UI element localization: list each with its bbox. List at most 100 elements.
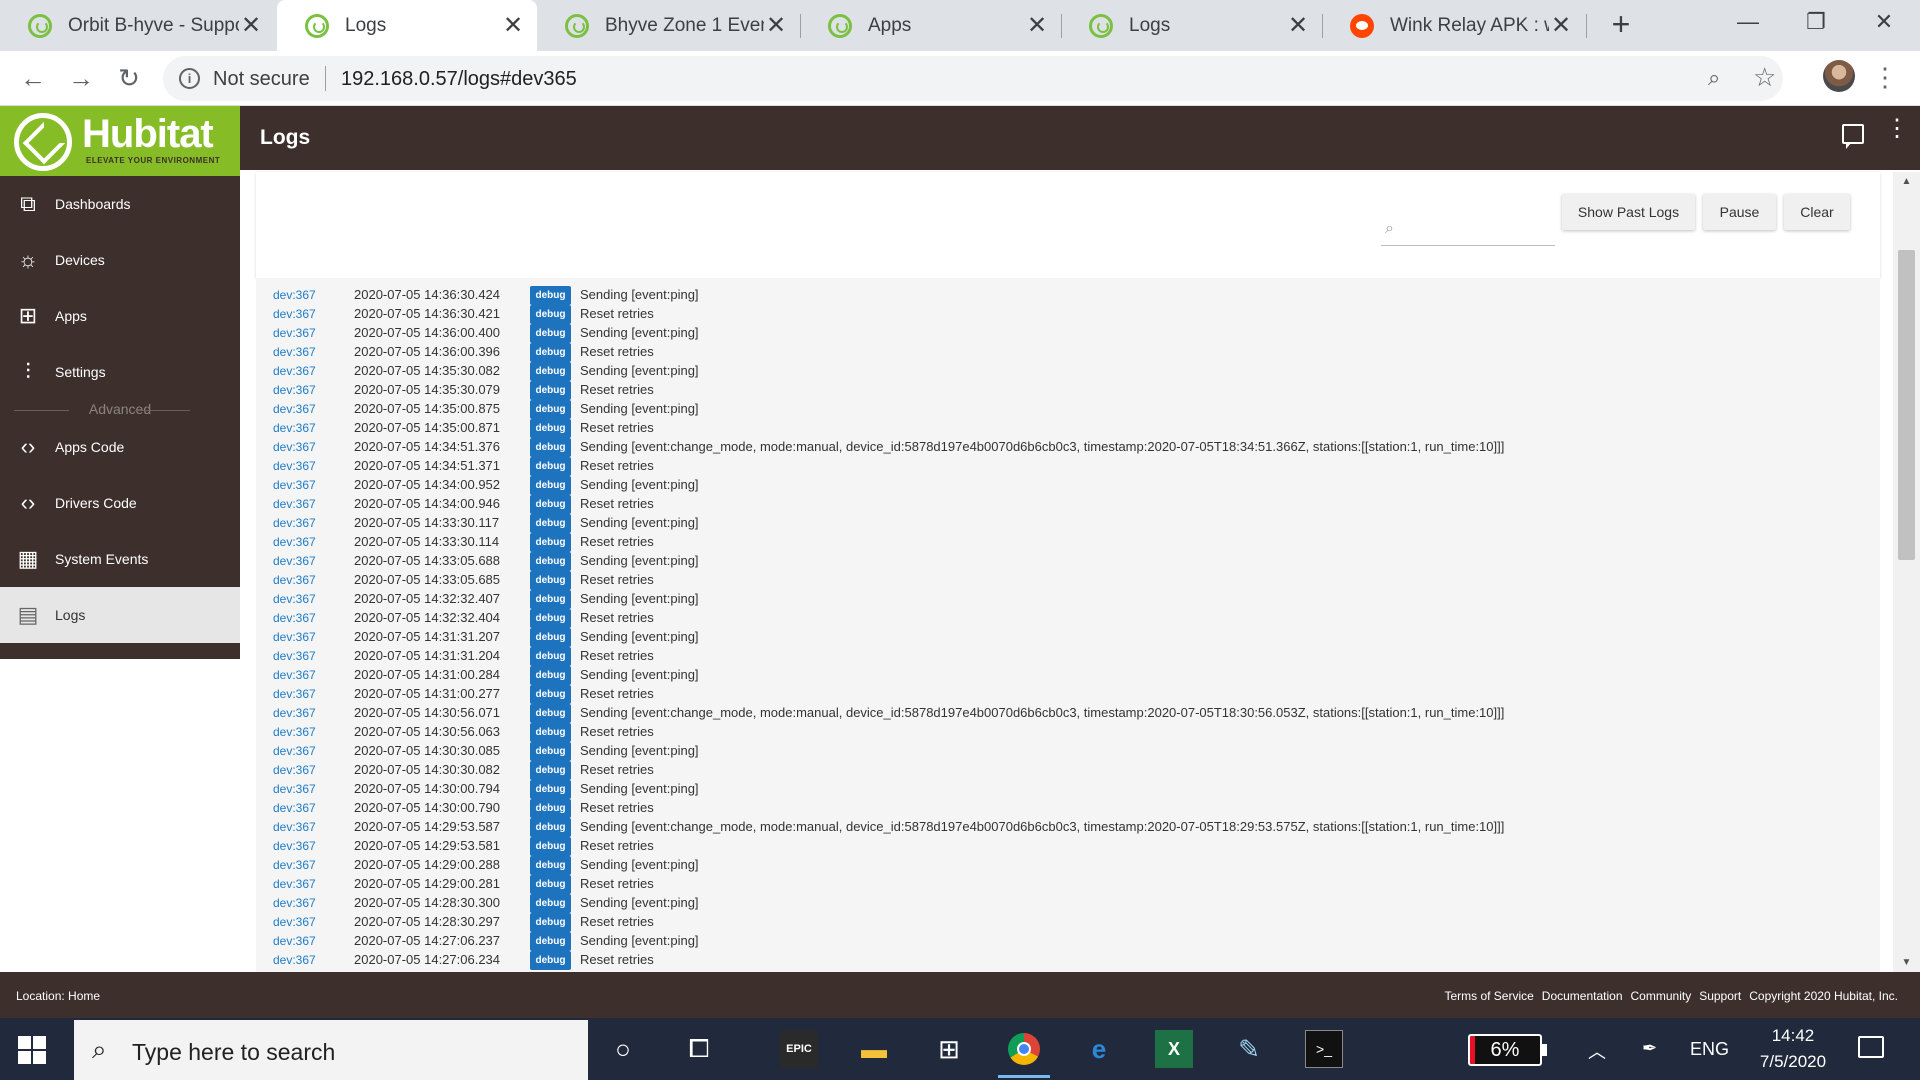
log-device-link[interactable]: dev:367 [273,649,316,663]
log-device-link[interactable]: dev:367 [273,611,316,625]
log-search[interactable]: ⌕ [1381,216,1555,246]
scrollbar[interactable]: ▲ ▼ [1893,172,1920,972]
log-device-link[interactable]: dev:367 [273,763,316,777]
windows-start-icon[interactable] [18,1036,46,1064]
log-device-link[interactable]: dev:367 [273,858,316,872]
close-icon[interactable]: ✕ [1025,11,1049,40]
close-icon[interactable]: ✕ [1549,11,1573,40]
log-device-link[interactable]: dev:367 [273,706,316,720]
close-icon[interactable]: ✕ [239,11,263,40]
avatar[interactable] [1823,60,1855,92]
log-device-link[interactable]: dev:367 [273,307,316,321]
bookmark-star-icon[interactable]: ☆ [1753,62,1776,93]
log-device-link[interactable]: dev:367 [273,934,316,948]
notification-icon[interactable] [1858,1036,1884,1058]
sidebar-item-settings[interactable]: ⫶ Settings [0,344,240,400]
task-view-icon[interactable]: ⧠ [680,1030,718,1068]
log-device-link[interactable]: dev:367 [273,421,316,435]
browser-menu-icon[interactable]: ⋮ [1872,61,1898,95]
location-value[interactable]: Home [68,989,100,1003]
log-device-link[interactable]: dev:367 [273,478,316,492]
browser-tab-active[interactable]: Logs ✕ [277,0,537,51]
forward-button[interactable]: → [64,61,98,95]
log-device-link[interactable]: dev:367 [273,782,316,796]
search-input[interactable] [1405,218,1550,242]
minimize-button[interactable]: — [1718,0,1778,44]
paint-icon[interactable]: ✎ [1230,1030,1268,1068]
log-device-link[interactable]: dev:367 [273,440,316,454]
more-vert-icon[interactable]: ⋮ [1885,117,1909,141]
file-explorer-icon[interactable]: ▬ [855,1030,893,1068]
edge-icon[interactable]: e [1080,1030,1118,1068]
log-device-link[interactable]: dev:367 [273,326,316,340]
language-indicator[interactable]: ENG [1690,1039,1729,1060]
log-device-link[interactable]: dev:367 [273,744,316,758]
log-device-link[interactable]: dev:367 [273,896,316,910]
chrome-icon[interactable] [998,1030,1050,1078]
close-icon[interactable]: ✕ [1286,11,1310,40]
log-device-link[interactable]: dev:367 [273,877,316,891]
scroll-down-arrow[interactable]: ▼ [1893,957,1920,968]
log-device-link[interactable]: dev:367 [273,288,316,302]
log-device-link[interactable]: dev:367 [273,364,316,378]
log-device-link[interactable]: dev:367 [273,687,316,701]
sidebar-item-system-events[interactable]: ▦ System Events [0,531,240,587]
log-device-link[interactable]: dev:367 [273,915,316,929]
log-device-link[interactable]: dev:367 [273,516,316,530]
pause-button[interactable]: Pause [1703,194,1776,230]
reload-button[interactable]: ↻ [112,61,146,95]
log-device-link[interactable]: dev:367 [273,668,316,682]
taskbar-search[interactable]: ⌕ Type here to search [74,1020,588,1080]
tray-chevron-icon[interactable]: ︿ [1588,1038,1606,1064]
log-device-link[interactable]: dev:367 [273,953,316,967]
documentation-link[interactable]: Documentation [1542,989,1623,1003]
terminal-icon[interactable]: >_ [1305,1030,1343,1068]
info-icon[interactable]: i [179,68,200,89]
log-device-link[interactable]: dev:367 [273,459,316,473]
cortana-icon[interactable]: ○ [604,1030,642,1068]
address-bar[interactable]: i Not secure 192.168.0.57/logs#dev365 ⌕ … [163,56,1783,101]
browser-tab[interactable]: Orbit B-hyve - Suppo ✕ [0,0,275,51]
sidebar-item-apps-code[interactable]: ‹› Apps Code [0,419,240,475]
log-device-link[interactable]: dev:367 [273,383,316,397]
log-device-link[interactable]: dev:367 [273,402,316,416]
support-link[interactable]: Support [1699,989,1741,1003]
sidebar-item-apps[interactable]: ⊞ Apps [0,288,240,344]
store-icon[interactable]: ⊞ [930,1030,968,1068]
url-text[interactable]: 192.168.0.57/logs#dev365 [341,68,577,91]
log-device-link[interactable]: dev:367 [273,554,316,568]
browser-tab[interactable]: Apps ✕ [800,0,1061,51]
log-device-link[interactable]: dev:367 [273,535,316,549]
zoom-icon[interactable]: ⌕ [1708,65,1720,91]
clock-time[interactable]: 14:42 [1738,1026,1848,1046]
community-link[interactable]: Community [1631,989,1692,1003]
battery-indicator[interactable]: 6% [1468,1034,1547,1066]
chat-icon[interactable] [1842,124,1864,149]
clear-button[interactable]: Clear [1784,194,1850,230]
log-device-link[interactable]: dev:367 [273,801,316,815]
restore-button[interactable]: ❐ [1786,0,1846,44]
excel-icon[interactable]: X [1155,1030,1193,1068]
browser-tab[interactable]: Bhyve Zone 1 Events ✕ [537,0,800,51]
sidebar-item-dashboards[interactable]: ⧉ Dashboards [0,176,240,232]
log-device-link[interactable]: dev:367 [273,725,316,739]
log-device-link[interactable]: dev:367 [273,592,316,606]
log-device-link[interactable]: dev:367 [273,630,316,644]
sidebar-item-logs[interactable]: ▤ Logs [0,587,240,643]
back-button[interactable]: ← [16,61,50,95]
browser-tab[interactable]: Logs ✕ [1061,0,1322,51]
log-device-link[interactable]: dev:367 [273,497,316,511]
scroll-up-arrow[interactable]: ▲ [1893,176,1920,187]
show-past-logs-button[interactable]: Show Past Logs [1562,194,1695,230]
browser-tab[interactable]: Wink Relay APK : win ✕ [1322,0,1585,51]
hubitat-logo[interactable]: Hubitat ELEVATE YOUR ENVIRONMENT [0,106,240,176]
epic-games-icon[interactable]: EPIC [780,1030,818,1068]
clock-date[interactable]: 7/5/2020 [1738,1052,1848,1072]
pen-icon[interactable]: ✒ [1642,1038,1657,1059]
log-device-link[interactable]: dev:367 [273,573,316,587]
new-tab-button[interactable]: + [1603,7,1639,43]
sidebar-item-devices[interactable]: ☼ Devices [0,232,240,288]
window-close-button[interactable]: ✕ [1854,0,1914,44]
sidebar-item-drivers-code[interactable]: ‹› Drivers Code [0,475,240,531]
log-device-link[interactable]: dev:367 [273,839,316,853]
